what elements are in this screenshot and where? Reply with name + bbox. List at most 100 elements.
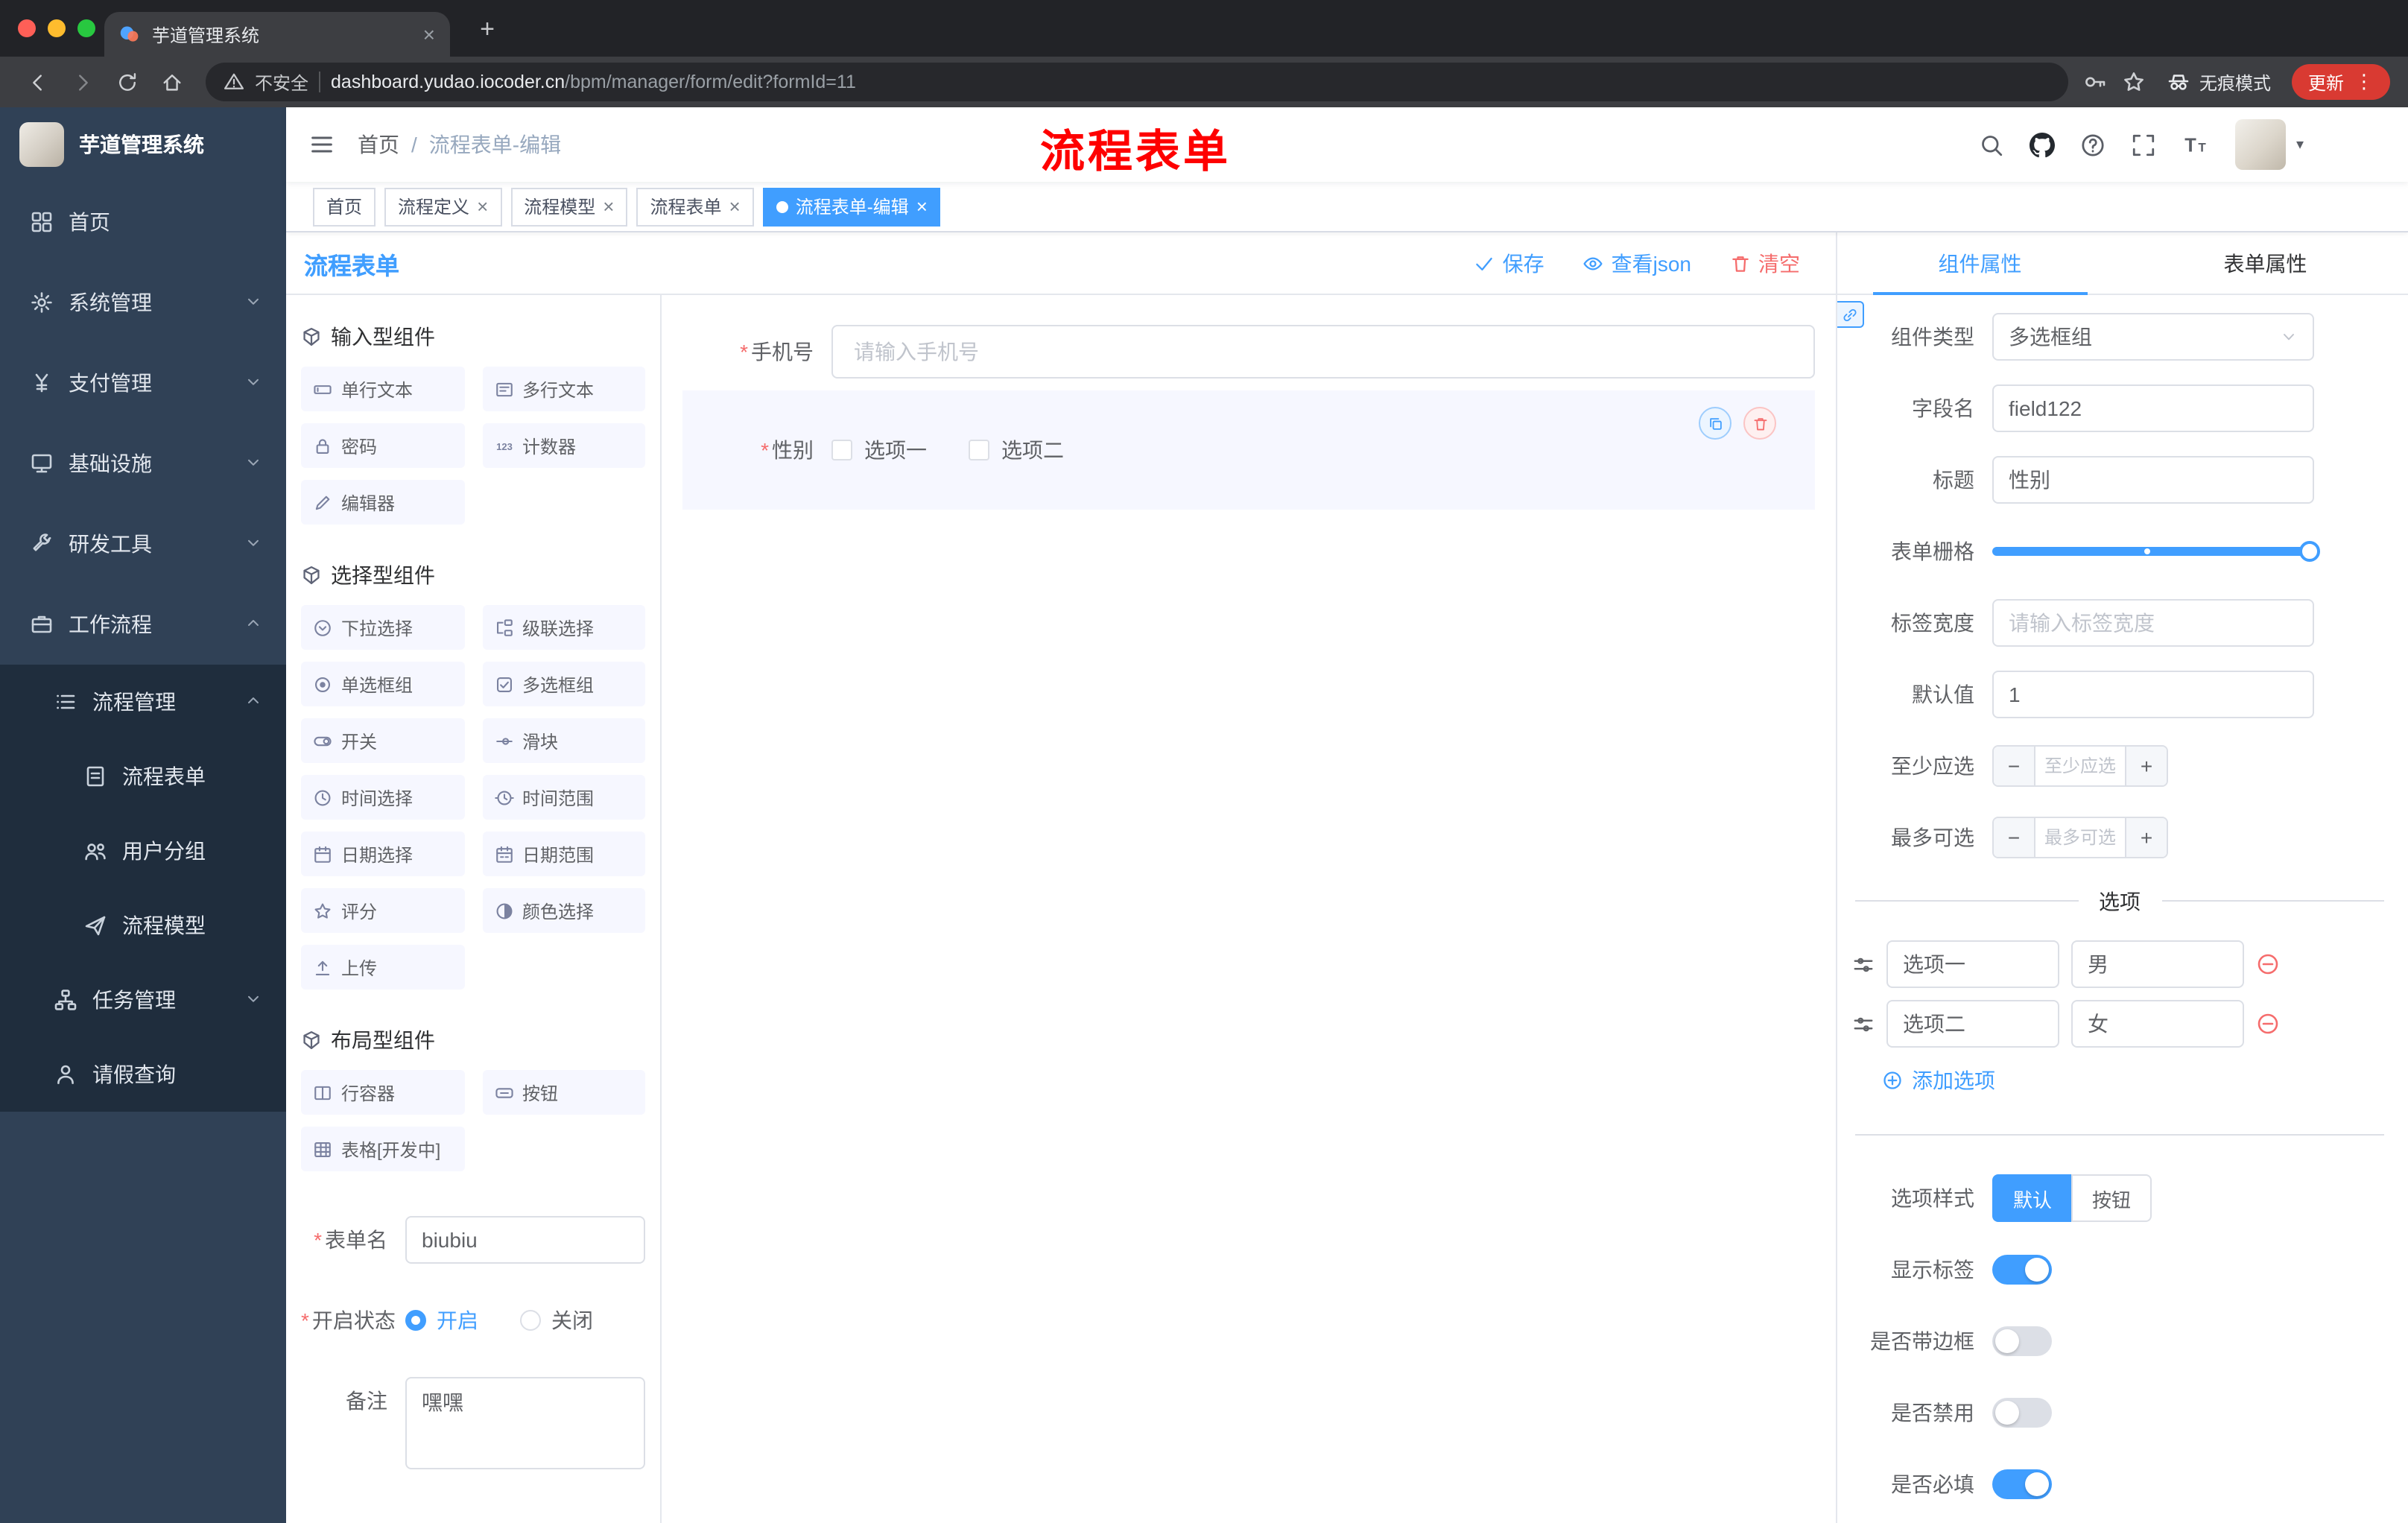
- forward-button[interactable]: [63, 63, 101, 101]
- tab-form-props[interactable]: 表单属性: [2123, 232, 2408, 294]
- minimize-window-button[interactable]: [48, 19, 66, 37]
- tag-4[interactable]: 流程表单-编辑 ×: [762, 187, 941, 226]
- toggle-switch[interactable]: [1992, 1398, 2052, 1428]
- breadcrumb-home[interactable]: 首页: [358, 130, 399, 159]
- slider-track[interactable]: [1992, 541, 2320, 562]
- palette-item[interactable]: 密码: [301, 423, 464, 468]
- clear-button[interactable]: 清空: [1730, 248, 1800, 278]
- phone-input[interactable]: [831, 325, 1815, 379]
- sidebar-item-0[interactable]: 首页: [0, 182, 286, 262]
- search-button[interactable]: [1970, 122, 2015, 167]
- form-name-input[interactable]: [405, 1216, 645, 1264]
- palette-item[interactable]: 表格[开发中]: [301, 1127, 464, 1171]
- remark-textarea[interactable]: [405, 1377, 645, 1469]
- status-radio-off[interactable]: 关闭: [520, 1305, 593, 1335]
- label-width-input[interactable]: [1992, 599, 2314, 647]
- tab-component-props[interactable]: 组件属性: [1837, 232, 2123, 295]
- checkbox-icon[interactable]: [831, 440, 852, 460]
- sidebar-item-5[interactable]: 工作流程: [0, 584, 286, 665]
- tag-1[interactable]: 流程定义 ×: [384, 187, 502, 226]
- delete-field-button[interactable]: [1743, 407, 1776, 440]
- home-button[interactable]: [152, 63, 191, 101]
- toggle-switch[interactable]: [1992, 1255, 2052, 1285]
- palette-item[interactable]: 行容器: [301, 1070, 464, 1115]
- palette-item[interactable]: 滑块: [482, 718, 645, 763]
- sidebar-item-4[interactable]: 研发工具: [0, 504, 286, 584]
- increase-button[interactable]: +: [2125, 818, 2167, 857]
- bookmark-star-icon[interactable]: [2122, 70, 2146, 94]
- sidebar-item-1[interactable]: 系统管理: [0, 262, 286, 343]
- option-value-input[interactable]: [2071, 1000, 2244, 1048]
- tag-3[interactable]: 流程表单 ×: [636, 187, 754, 226]
- sidebar-item-7[interactable]: 流程表单: [0, 739, 286, 814]
- checkbox-option[interactable]: 选项一: [831, 435, 927, 465]
- font-size-button[interactable]: TT: [2173, 122, 2217, 167]
- close-tab-icon[interactable]: ×: [423, 24, 435, 45]
- default-value-input[interactable]: [1992, 671, 2314, 718]
- close-icon[interactable]: ×: [729, 197, 741, 216]
- form-field-phone[interactable]: * 手机号: [682, 325, 1815, 379]
- palette-item[interactable]: 时间范围: [482, 775, 645, 820]
- option-label-input[interactable]: [1886, 1000, 2059, 1048]
- copy-field-button[interactable]: [1699, 407, 1731, 440]
- app-logo[interactable]: 芋道管理系统: [0, 107, 286, 182]
- palette-item[interactable]: 上传: [301, 945, 464, 990]
- close-icon[interactable]: ×: [603, 197, 614, 216]
- palette-item[interactable]: 123 计数器: [482, 423, 645, 468]
- sidebar-item-3[interactable]: 基础设施: [0, 423, 286, 504]
- min-select-input[interactable]: [2035, 747, 2125, 785]
- add-option-button[interactable]: 添加选项: [1882, 1066, 2408, 1095]
- password-key-icon[interactable]: [2083, 70, 2107, 94]
- palette-item[interactable]: 时间选择: [301, 775, 464, 820]
- more-menu-icon[interactable]: ⋮: [2354, 70, 2374, 94]
- browser-tab[interactable]: 芋道管理系统 ×: [104, 12, 450, 57]
- zoom-window-button[interactable]: [77, 19, 95, 37]
- palette-item[interactable]: 多行文本: [482, 367, 645, 411]
- palette-item[interactable]: 下拉选择: [301, 605, 464, 650]
- palette-item[interactable]: 多选框组: [482, 662, 645, 706]
- component-type-select[interactable]: 多选框组: [1992, 313, 2314, 361]
- tag-0[interactable]: 首页: [313, 187, 376, 226]
- palette-item[interactable]: 按钮: [482, 1070, 645, 1115]
- decrease-button[interactable]: −: [1994, 818, 2035, 857]
- decrease-button[interactable]: −: [1994, 747, 2035, 785]
- option-value-input[interactable]: [2071, 940, 2244, 988]
- palette-item[interactable]: 单选框组: [301, 662, 464, 706]
- palette-item[interactable]: 颜色选择: [482, 888, 645, 933]
- avatar[interactable]: [2234, 119, 2286, 170]
- checkbox-option[interactable]: 选项二: [969, 435, 1064, 465]
- sidebar-item-11[interactable]: 请假查询: [0, 1037, 286, 1112]
- sidebar-item-10[interactable]: 任务管理: [0, 963, 286, 1037]
- close-icon[interactable]: ×: [916, 197, 928, 216]
- new-tab-button[interactable]: +: [468, 10, 507, 49]
- palette-item[interactable]: 开关: [301, 718, 464, 763]
- palette-item[interactable]: 日期范围: [482, 832, 645, 876]
- toggle-switch[interactable]: [1992, 1469, 2052, 1499]
- sidebar-item-6[interactable]: 流程管理: [0, 665, 286, 739]
- style-default-button[interactable]: 默认: [1992, 1174, 2072, 1222]
- save-button[interactable]: 保存: [1474, 248, 1544, 278]
- checkbox-icon[interactable]: [969, 440, 989, 460]
- sidebar-item-2[interactable]: 支付管理: [0, 343, 286, 423]
- field-name-input[interactable]: [1992, 384, 2314, 432]
- palette-item[interactable]: 编辑器: [301, 480, 464, 525]
- help-button[interactable]: [2071, 122, 2116, 167]
- hamburger-button[interactable]: [286, 107, 358, 182]
- sidebar-item-9[interactable]: 流程模型: [0, 888, 286, 963]
- link-button[interactable]: [1837, 301, 1864, 328]
- sidebar-item-8[interactable]: 用户分组: [0, 814, 286, 888]
- address-bar[interactable]: 不安全 dashboard.yudao.iocoder.cn/bpm/manag…: [206, 63, 2068, 101]
- github-button[interactable]: [2021, 122, 2065, 167]
- palette-item[interactable]: 评分: [301, 888, 464, 933]
- remove-option-icon[interactable]: [2256, 952, 2280, 976]
- status-radio-on[interactable]: 开启: [405, 1305, 478, 1335]
- style-button-button[interactable]: 按钮: [2071, 1174, 2152, 1222]
- selected-field-gender[interactable]: * 性别 选项一 选项二: [682, 390, 1815, 510]
- fullscreen-button[interactable]: [2122, 122, 2167, 167]
- update-button[interactable]: 更新 ⋮: [2291, 64, 2390, 100]
- palette-item[interactable]: 级联选择: [482, 605, 645, 650]
- tag-2[interactable]: 流程模型 ×: [510, 187, 628, 226]
- remove-option-icon[interactable]: [2256, 1012, 2280, 1036]
- max-select-input[interactable]: [2035, 818, 2125, 857]
- increase-button[interactable]: +: [2125, 747, 2167, 785]
